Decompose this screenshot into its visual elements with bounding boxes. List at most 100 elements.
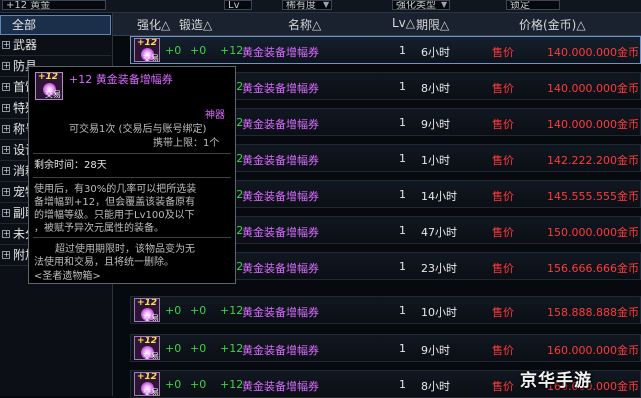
level-value: 1	[399, 304, 406, 317]
price-value: 140.000.000金币	[547, 118, 639, 131]
search-box-value: +12 黄金	[6, 0, 51, 10]
ticket-item-icon: +12交易	[134, 298, 160, 322]
enhance-value: +0	[165, 378, 182, 391]
item-name: 黄金装备增幅券	[242, 226, 319, 239]
period-value: 14小时	[421, 190, 457, 203]
ticket-item-icon: +12交易	[134, 372, 160, 396]
expand-plus-icon[interactable]: +	[2, 251, 10, 259]
price-value: 140.000.000金币	[547, 46, 639, 59]
level-value: 1	[399, 188, 406, 201]
lock-box-label: 锁定	[510, 0, 530, 10]
item-name: 黄金装备增幅券	[242, 262, 319, 275]
period-value: 47小时	[421, 226, 457, 239]
tooltip-trade-info: 可交易1次 (交易后与账号绑定)	[69, 124, 207, 135]
item-name: 黄金装备增幅券	[242, 306, 319, 319]
sort-enhance[interactable]: 强化△	[137, 16, 170, 33]
price-value: 142.222.200金币	[547, 154, 639, 167]
lv-box[interactable]: Lv	[224, 0, 252, 10]
divider	[33, 153, 231, 154]
sort-name[interactable]: 名称△	[288, 16, 321, 33]
level-value: 1	[399, 44, 406, 57]
sort-forge[interactable]: 锻造△	[179, 16, 212, 33]
level-value: 1	[399, 116, 406, 129]
period-value: 1小时	[421, 154, 450, 167]
sale-label: 售价	[492, 380, 514, 393]
ticket-item-icon: +12 交易	[35, 72, 63, 100]
tooltip-remaining-time: 剩余时间：28天	[34, 160, 107, 171]
item-name: 黄金装备增幅券	[242, 46, 319, 59]
amplify-value: +12	[220, 342, 244, 355]
level-value: 1	[399, 80, 406, 93]
expand-plus-icon[interactable]: +	[2, 104, 10, 112]
enhance-value: +0	[165, 304, 182, 317]
table-row[interactable]: +12 交易 +0 +0 +12 黄金装备增幅券 1 10小时 售价 158.88…	[130, 296, 641, 324]
expand-plus-icon[interactable]: +	[2, 83, 10, 91]
category-item-all[interactable]: 全部	[0, 15, 111, 35]
tooltip-expire-line: 超过使用期限时，该物品变为无	[55, 244, 195, 255]
tooltip-title: +12 黄金装备增幅券	[69, 73, 173, 86]
tooltip-description-line: 使用后，有30%的几率可以把所选装	[34, 184, 197, 195]
ticket-item-icon: +12交易	[134, 336, 160, 360]
sort-period[interactable]: 期限△	[416, 16, 449, 33]
sale-label: 售价	[492, 190, 514, 203]
forge-value: +0	[190, 304, 207, 317]
amplify-value: +12	[220, 378, 244, 391]
expand-plus-icon[interactable]: +	[2, 230, 10, 238]
expand-plus-icon[interactable]: +	[2, 167, 10, 175]
sort-lv[interactable]: Lv△	[392, 16, 415, 30]
tooltip-expire-line: 法使用和交易，且将统一删除。	[34, 257, 174, 268]
sale-label: 售价	[492, 344, 514, 357]
lock-box[interactable]: 锁定	[506, 0, 560, 10]
expand-plus-icon[interactable]: +	[2, 41, 10, 49]
enhance-type-value: 强化类型	[396, 0, 436, 10]
tooltip-source: <圣者遗物箱>	[34, 271, 101, 282]
expand-plus-icon[interactable]: +	[2, 188, 10, 196]
price-value: 145.555.555金币	[547, 190, 639, 203]
sale-label: 售价	[492, 46, 514, 59]
item-name: 黄金装备增幅券	[242, 190, 319, 203]
expand-plus-icon[interactable]: +	[2, 125, 10, 133]
period-value: 9小时	[421, 344, 450, 357]
sale-label: 售价	[492, 154, 514, 167]
table-row[interactable]: +12 交易 +0 +0 +12 黄金装备增幅券 1 9小时 售价 160.000…	[130, 334, 641, 362]
enhance-type-select[interactable]: 强化类型 ▼	[392, 0, 450, 10]
search-box[interactable]: +12 黄金	[2, 0, 106, 10]
divider	[33, 237, 231, 238]
chevron-down-icon: ▼	[441, 0, 448, 9]
watermark: 京华手游	[520, 371, 592, 391]
expand-plus-icon[interactable]: +	[2, 146, 10, 154]
level-value: 1	[399, 378, 406, 391]
period-value: 6小时	[421, 46, 450, 59]
tooltip-description-line: ，被赋予异次元属性的装备。	[34, 223, 164, 234]
price-value: 160.000.000金币	[547, 344, 639, 357]
tooltip-description-line: 备增幅到+12，但会覆盖该装备原有	[34, 197, 196, 208]
level-value: 1	[399, 224, 406, 237]
table-row[interactable]: +12 交易 +0 +0 +12 黄金装备增幅券 1 6小时 售价 140.000…	[130, 36, 641, 64]
filter-bar: +12 黄金 Lv 稀有度 ▼ 强化类型 ▼ 锁定	[0, 0, 641, 13]
category-item[interactable]: + 武器	[0, 36, 111, 56]
forge-value: +0	[190, 342, 207, 355]
chevron-down-icon: ▼	[323, 0, 330, 9]
expand-plus-icon[interactable]: +	[2, 209, 10, 217]
price-value: 156.666.666金币	[547, 262, 639, 275]
category-label: 武器	[13, 38, 38, 52]
item-name: 黄金装备增幅券	[242, 82, 319, 95]
enhance-value: +0	[165, 342, 182, 355]
table-header: 强化△ 锻造△ 名称△ Lv△ 期限△ 价格(金币)△	[113, 13, 641, 36]
item-name: 黄金装备增幅券	[242, 118, 319, 131]
price-value: 150.000.000金币	[547, 226, 639, 239]
enhance-value: +0	[165, 44, 182, 57]
divider	[33, 177, 231, 178]
tooltip-description-line: 的增幅等级。只能用于Lv100及以下	[34, 210, 195, 221]
sale-label: 售价	[492, 306, 514, 319]
expand-plus-icon[interactable]: +	[2, 62, 10, 70]
rarity-select-value: 稀有度	[286, 0, 316, 10]
period-value: 23小时	[421, 262, 457, 275]
level-value: 1	[399, 342, 406, 355]
ticket-item-icon: +12交易	[134, 38, 160, 62]
period-value: 8小时	[421, 82, 450, 95]
lv-box-label: Lv	[228, 0, 240, 10]
rarity-select[interactable]: 稀有度 ▼	[282, 0, 332, 10]
tooltip-rarity: 神器	[205, 110, 225, 121]
sort-price[interactable]: 价格(金币)△	[519, 16, 586, 33]
